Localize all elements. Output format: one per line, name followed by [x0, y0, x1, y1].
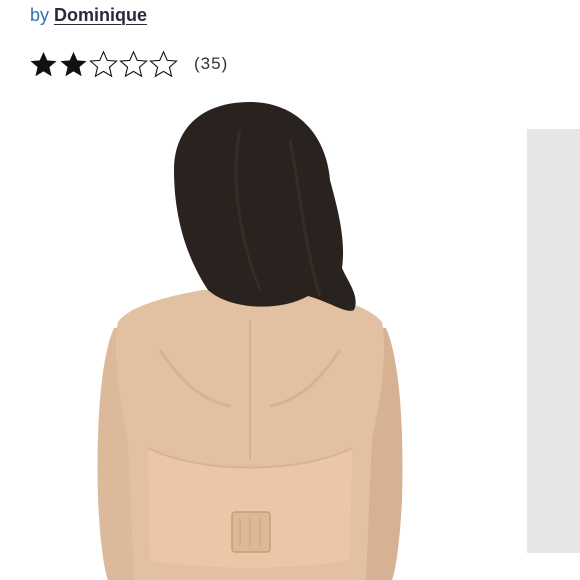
- star-empty-icon: [149, 49, 178, 79]
- brand-byline: by Dominique: [30, 3, 147, 27]
- star-empty-icon: [119, 49, 148, 79]
- by-prefix: by: [30, 5, 55, 25]
- rating-row[interactable]: (35): [29, 49, 228, 79]
- brand-link[interactable]: Dominique: [54, 5, 147, 25]
- review-count[interactable]: (35): [194, 54, 228, 74]
- star-empty-icon: [89, 49, 118, 79]
- star-filled-icon: [59, 50, 88, 79]
- next-image-preview[interactable]: [527, 129, 580, 553]
- star-filled-icon: [29, 50, 58, 79]
- product-page: by Dominique (35): [0, 0, 580, 580]
- product-photo[interactable]: [90, 100, 410, 580]
